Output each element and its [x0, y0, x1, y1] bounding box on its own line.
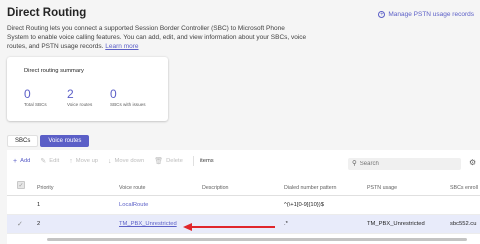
arrow-up-icon: ↑: [69, 157, 73, 165]
cell-priority: 1: [37, 202, 41, 208]
cell-voice-route[interactable]: LocalRoute: [119, 202, 148, 208]
edit-label: Edit: [49, 158, 60, 164]
column-pstn-usage[interactable]: PSTN usage: [367, 185, 397, 191]
search-input[interactable]: [359, 159, 450, 169]
gear-icon[interactable]: ⚙: [469, 159, 476, 167]
checkmark-icon[interactable]: ✓: [17, 220, 23, 228]
direct-routing-summary-card: Direct routing summary 0 Total SBCs 2 Vo…: [7, 57, 168, 121]
add-button[interactable]: + Add: [13, 158, 30, 165]
column-priority[interactable]: Priority: [37, 185, 53, 191]
tab-sbcs[interactable]: SBCs: [7, 135, 39, 147]
select-all-checkbox[interactable]: ✓: [17, 181, 25, 189]
delete-label: Delete: [166, 158, 183, 164]
circle-plus-icon: +: [378, 11, 386, 18]
stat-value: 2: [67, 87, 74, 101]
stat-label: SBCs with issues: [110, 102, 146, 107]
stat-value: 0: [110, 87, 117, 101]
annotation-arrow-head: [183, 223, 192, 231]
trash-icon: 🗑: [154, 157, 164, 165]
column-dialed-number-pattern[interactable]: Dialed number pattern: [284, 185, 336, 191]
toolbar-divider: [192, 156, 194, 166]
edit-button[interactable]: ✎ Edit: [40, 158, 59, 165]
cell-dialed-number-pattern: .*: [284, 221, 288, 227]
description-text: Direct Routing lets you connect a suppor…: [7, 25, 307, 50]
cell-priority: 2: [37, 221, 41, 227]
move-down-button[interactable]: ↓ Move down: [108, 158, 144, 165]
items-count-label: items: [199, 158, 214, 164]
stat-label: Total SBCs: [24, 102, 47, 107]
horizontal-scrollbar[interactable]: [47, 238, 467, 241]
column-voice-route[interactable]: Voice route: [119, 185, 146, 191]
add-label: Add: [20, 158, 31, 164]
search-box[interactable]: ⚲: [348, 158, 461, 170]
cell-pstn-usage: TM_PBX_Unrestricted: [367, 221, 425, 227]
stat-value: 0: [24, 87, 31, 101]
column-sbcs-enrolled[interactable]: SBCs enroll: [450, 185, 478, 191]
page-description: Direct Routing lets you connect a suppor…: [7, 24, 307, 51]
move-up-label: Move up: [75, 158, 99, 164]
manage-pstn-usage-link[interactable]: + Manage PSTN usage records: [378, 11, 474, 18]
annotation-arrow: [183, 223, 275, 231]
move-up-button[interactable]: ↑ Move up: [69, 158, 98, 165]
cell-voice-route[interactable]: TM_PBX_Unrestricted: [119, 221, 177, 227]
move-down-label: Move down: [114, 158, 145, 164]
arrow-down-icon: ↓: [108, 157, 112, 165]
table-header: ✓ Priority Voice route Description Diale…: [7, 178, 480, 196]
tab-bar: SBCs Voice routes: [7, 135, 90, 147]
table-row[interactable]: 1 LocalRoute ^(\+1[0-9]{10})$: [7, 196, 480, 215]
annotation-arrow-shaft: [191, 226, 275, 228]
stat-total-sbcs: 0 Total SBCs: [24, 87, 47, 108]
summary-title: Direct routing summary: [24, 68, 84, 74]
pencil-icon: ✎: [40, 157, 47, 165]
tab-voice-routes[interactable]: Voice routes: [40, 135, 90, 147]
plus-icon: +: [13, 157, 18, 165]
cell-dialed-number-pattern: ^(\+1[0-9]{10})$: [284, 202, 324, 208]
page-title: Direct Routing: [7, 7, 87, 19]
stat-voice-routes: 2 Voice routes: [67, 87, 93, 108]
stat-sbcs-with-issues: 0 SBCs with issues: [110, 87, 146, 108]
column-description[interactable]: Description: [202, 185, 229, 191]
cell-sbcs-enrolled: sbc552.cu: [450, 221, 477, 227]
manage-pstn-usage-label: Manage PSTN usage records: [388, 11, 474, 18]
stat-label: Voice routes: [67, 102, 93, 107]
search-icon: ⚲: [352, 159, 357, 167]
learn-more-link[interactable]: Learn more: [105, 43, 138, 50]
delete-button[interactable]: 🗑 Delete: [154, 158, 183, 165]
